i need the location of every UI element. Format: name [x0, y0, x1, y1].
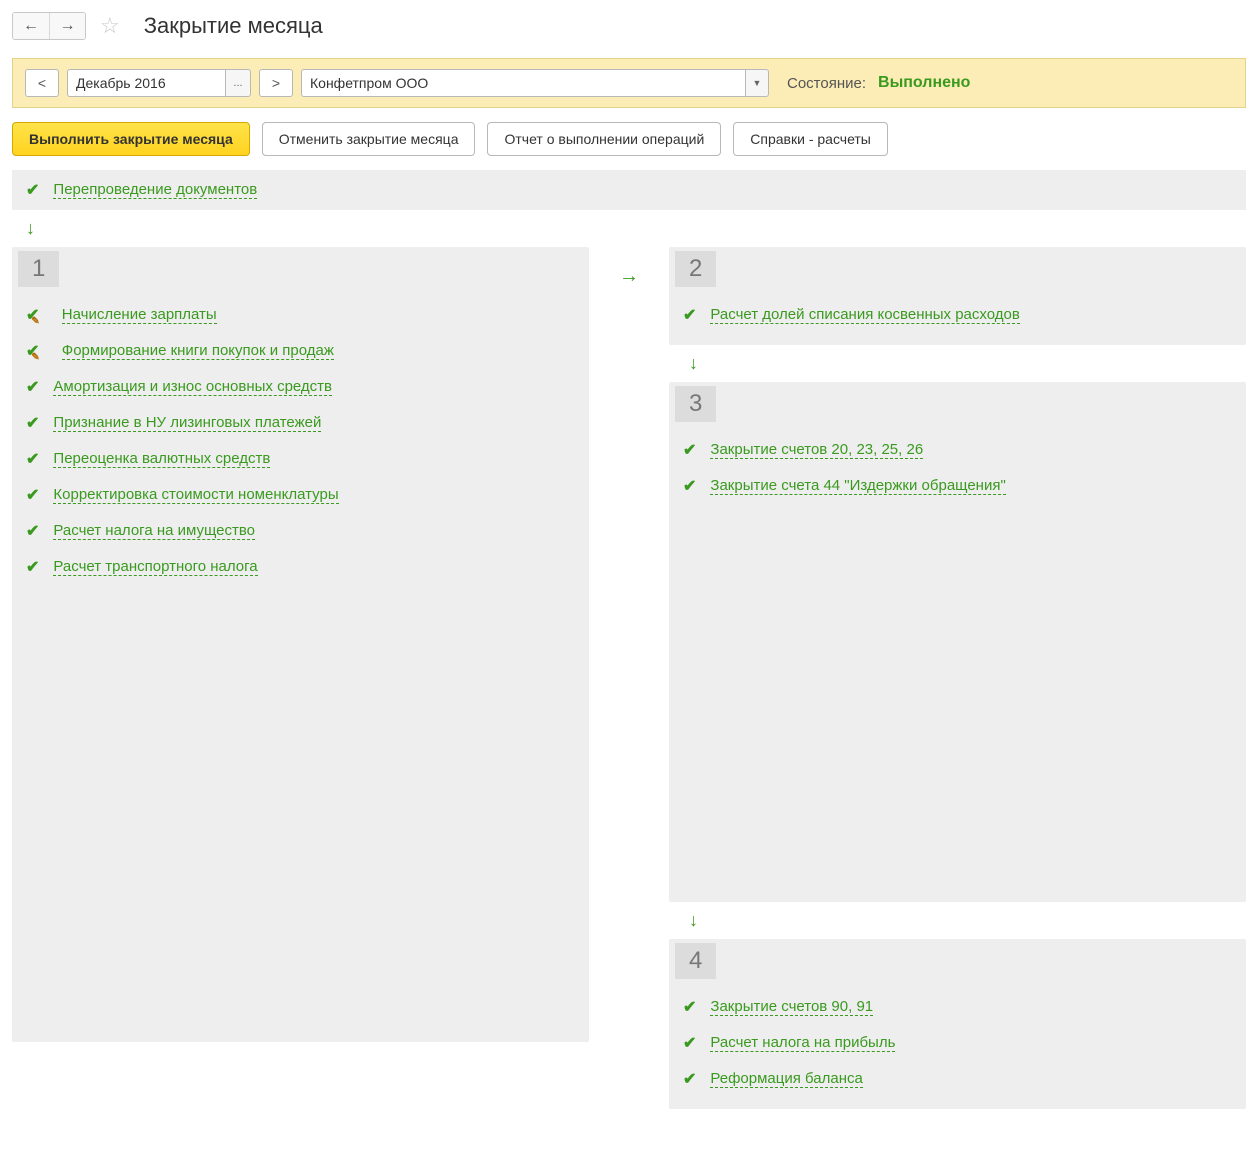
calculation-references-button[interactable]: Справки - расчеты	[733, 122, 888, 156]
op-row: ✔ Расчет налога на прибыль	[669, 1025, 1246, 1061]
status-value: Выполнено	[878, 74, 970, 92]
organization-input[interactable]	[301, 69, 745, 97]
status-label: Состояние:	[787, 75, 866, 92]
back-button[interactable]: ←	[13, 13, 49, 39]
check-icon: ✔	[683, 440, 696, 460]
arrow-down-icon: ↓	[669, 902, 1246, 939]
op-link[interactable]: Амортизация и износ основных средств	[53, 378, 332, 396]
arrow-right-icon: →	[619, 247, 639, 288]
op-row: ✔ Закрытие счета 44 "Издержки обращения"	[669, 468, 1246, 504]
stage-4: 4 ✔ Закрытие счетов 90, 91 ✔ Расчет нало…	[669, 939, 1246, 1109]
op-link[interactable]: Начисление зарплаты	[62, 306, 217, 324]
op-link[interactable]: Закрытие счетов 20, 23, 25, 26	[710, 441, 923, 459]
arrow-down-icon: ↓	[669, 345, 1246, 382]
op-row: ✔ Реформация баланса	[669, 1061, 1246, 1097]
stage-number: 1	[18, 251, 59, 287]
op-link[interactable]: Формирование книги покупок и продаж	[62, 342, 334, 360]
right-column: 2 ✔ Расчет долей списания косвенных расх…	[669, 247, 1246, 1109]
check-icon: ✔	[26, 449, 39, 469]
execute-close-month-button[interactable]: Выполнить закрытие месяца	[12, 122, 250, 156]
check-icon: ✔	[26, 180, 39, 200]
check-icon: ✔	[26, 485, 39, 505]
op-row: ✔ Признание в НУ лизинговых платежей	[12, 405, 589, 441]
stages-container: 1 ✔ Начисление зарплаты ✔ Формирование к…	[0, 247, 1258, 1109]
check-icon: ✔	[26, 557, 39, 577]
left-column: 1 ✔ Начисление зарплаты ✔ Формирование к…	[12, 247, 589, 1042]
check-icon: ✔	[683, 1033, 696, 1053]
forward-button[interactable]: →	[49, 13, 85, 39]
op-row: ✔ Закрытие счетов 20, 23, 25, 26	[669, 432, 1246, 468]
actions-row: Выполнить закрытие месяца Отменить закры…	[0, 108, 1258, 170]
period-group: ...	[67, 69, 251, 97]
period-input[interactable]	[67, 69, 225, 97]
op-row: ✔ Закрытие счетов 90, 91	[669, 989, 1246, 1025]
period-picker-button[interactable]: ...	[225, 69, 251, 97]
op-row: ✔ Начисление зарплаты	[12, 297, 589, 333]
op-link[interactable]: Признание в НУ лизинговых платежей	[53, 414, 321, 432]
check-icon: ✔	[683, 305, 696, 325]
stage-2: 2 ✔ Расчет долей списания косвенных расх…	[669, 247, 1246, 345]
op-link[interactable]: Реформация баланса	[710, 1070, 862, 1088]
check-icon: ✔	[26, 521, 39, 541]
op-link[interactable]: Расчет долей списания косвенных расходов	[710, 306, 1019, 324]
op-link[interactable]: Переоценка валютных средств	[53, 450, 270, 468]
period-prev-button[interactable]: <	[25, 69, 59, 97]
op-link[interactable]: Корректировка стоимости номенклатуры	[53, 486, 338, 504]
op-row: ✔ Корректировка стоимости номенклатуры	[12, 477, 589, 513]
op-row: ✔ Расчет транспортного налога	[12, 549, 589, 585]
page-title: Закрытие месяца	[144, 13, 323, 39]
stage-number: 4	[675, 943, 716, 979]
check-icon: ✔	[683, 997, 696, 1017]
op-row: ✔ Переоценка валютных средств	[12, 441, 589, 477]
stage-number: 3	[675, 386, 716, 422]
period-next-button[interactable]: >	[259, 69, 293, 97]
arrow-down-icon: ↓	[0, 210, 1258, 247]
top-nav: ← → ☆ Закрытие месяца	[0, 0, 1258, 58]
stage-number: 2	[675, 251, 716, 287]
op-link[interactable]: Закрытие счетов 90, 91	[710, 998, 873, 1016]
op-link[interactable]: Расчет налога на имущество	[53, 522, 255, 540]
op-link[interactable]: Закрытие счета 44 "Издержки обращения"	[710, 477, 1005, 495]
organization-dropdown-button[interactable]: ▼	[745, 69, 769, 97]
repost-documents-link[interactable]: Перепроведение документов	[53, 181, 257, 199]
check-icon: ✔	[26, 413, 39, 433]
check-pencil-icon: ✔	[26, 341, 48, 361]
op-link[interactable]: Расчет налога на прибыль	[710, 1034, 895, 1052]
op-row: ✔ Расчет налога на имущество	[12, 513, 589, 549]
op-row: ✔ Формирование книги покупок и продаж	[12, 333, 589, 369]
op-row: ✔ Расчет долей списания косвенных расход…	[669, 297, 1246, 333]
stage-1: 1 ✔ Начисление зарплаты ✔ Формирование к…	[12, 247, 589, 1042]
check-icon: ✔	[26, 377, 39, 397]
filter-bar: < ... > ▼ Состояние: Выполнено	[12, 58, 1246, 108]
op-row: ✔ Амортизация и износ основных средств	[12, 369, 589, 405]
organization-group: ▼	[301, 69, 769, 97]
check-pencil-icon: ✔	[26, 305, 48, 325]
op-link[interactable]: Расчет транспортного налога	[53, 558, 257, 576]
check-icon: ✔	[683, 1069, 696, 1089]
nav-buttons: ← →	[12, 12, 86, 40]
favorite-icon[interactable]: ☆	[96, 13, 124, 39]
stage-3: 3 ✔ Закрытие счетов 20, 23, 25, 26 ✔ Зак…	[669, 382, 1246, 902]
cancel-close-month-button[interactable]: Отменить закрытие месяца	[262, 122, 476, 156]
operations-report-button[interactable]: Отчет о выполнении операций	[487, 122, 721, 156]
repost-documents-row: ✔ Перепроведение документов	[12, 170, 1246, 210]
check-icon: ✔	[683, 476, 696, 496]
